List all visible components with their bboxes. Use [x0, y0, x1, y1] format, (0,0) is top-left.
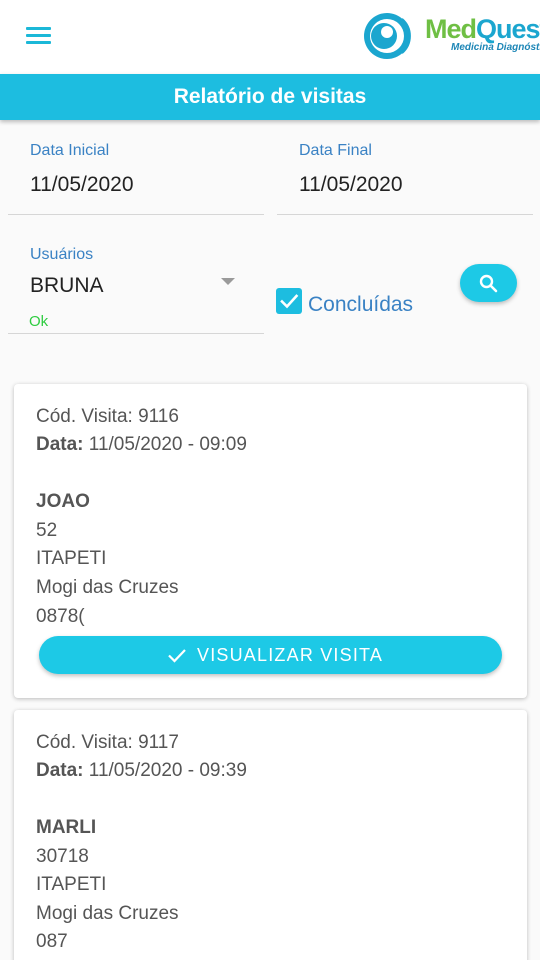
users-status-text: Ok	[29, 313, 49, 330]
end-date-value[interactable]: 11/05/2020	[299, 173, 499, 197]
start-date-field[interactable]: Data Inicial 11/05/2020	[8, 132, 264, 215]
visit-date-value: 11/05/2020 - 09:39	[88, 760, 247, 781]
medquest-logo: MedQuest Medicina Diagnóstica	[363, 12, 540, 60]
page-title: Relatório de visitas	[173, 85, 367, 108]
visit-date-value: 11/05/2020 - 09:09	[88, 434, 247, 455]
visit-date-label: Data:	[36, 434, 84, 455]
users-value[interactable]: BRUNA	[30, 274, 230, 298]
logo-subtitle: Medicina Diagnóstica	[451, 42, 540, 53]
visit-client-name: JOAO	[36, 491, 90, 512]
visit-address-number: 52	[36, 520, 58, 541]
visit-city: Mogi das Cruzes	[36, 577, 179, 598]
app-bar: MedQuest Medicina Diagnóstica	[0, 0, 540, 74]
completed-label: Concluídas	[308, 293, 414, 316]
users-label: Usuários	[30, 246, 94, 263]
visit-code: Cód. Visita: 9116	[36, 406, 179, 427]
visit-date: Data: 11/05/2020 - 09:39	[36, 760, 247, 782]
page-title-bar: Relatório de visitas	[0, 74, 540, 120]
view-visit-button[interactable]: VISUALIZAR VISITA	[39, 636, 502, 674]
visit-date-label: Data:	[36, 760, 84, 781]
visit-client-name: MARLI	[36, 817, 97, 838]
visit-date: Data: 11/05/2020 - 09:09	[36, 434, 247, 456]
visit-zip: 0878(	[36, 606, 85, 627]
check-icon	[168, 649, 186, 663]
search-icon	[479, 274, 498, 293]
chevron-down-icon[interactable]	[221, 278, 235, 285]
view-visit-label: VISUALIZAR VISITA	[197, 645, 384, 665]
visit-card: Cód. Visita: 9117 Data: 11/05/2020 - 09:…	[14, 710, 527, 960]
search-button[interactable]	[460, 264, 517, 302]
end-date-field[interactable]: Data Final 11/05/2020	[277, 132, 533, 215]
end-date-label: Data Final	[299, 142, 372, 159]
visit-district: ITAPETI	[36, 874, 107, 895]
menu-icon[interactable]	[22, 22, 56, 52]
visit-address-number: 30718	[36, 846, 89, 867]
visit-zip: 087	[36, 931, 68, 952]
start-date-label: Data Inicial	[30, 142, 110, 159]
logo-wordmark: MedQuest	[425, 14, 540, 44]
visit-code: Cód. Visita: 9117	[36, 732, 179, 753]
checkbox-checked-icon[interactable]	[276, 288, 302, 314]
logo-mark-icon	[364, 13, 411, 59]
visit-city: Mogi das Cruzes	[36, 903, 179, 924]
visit-district: ITAPETI	[36, 548, 107, 569]
visit-card: Cód. Visita: 9116 Data: 11/05/2020 - 09:…	[14, 384, 527, 698]
start-date-value[interactable]: 11/05/2020	[30, 173, 230, 197]
